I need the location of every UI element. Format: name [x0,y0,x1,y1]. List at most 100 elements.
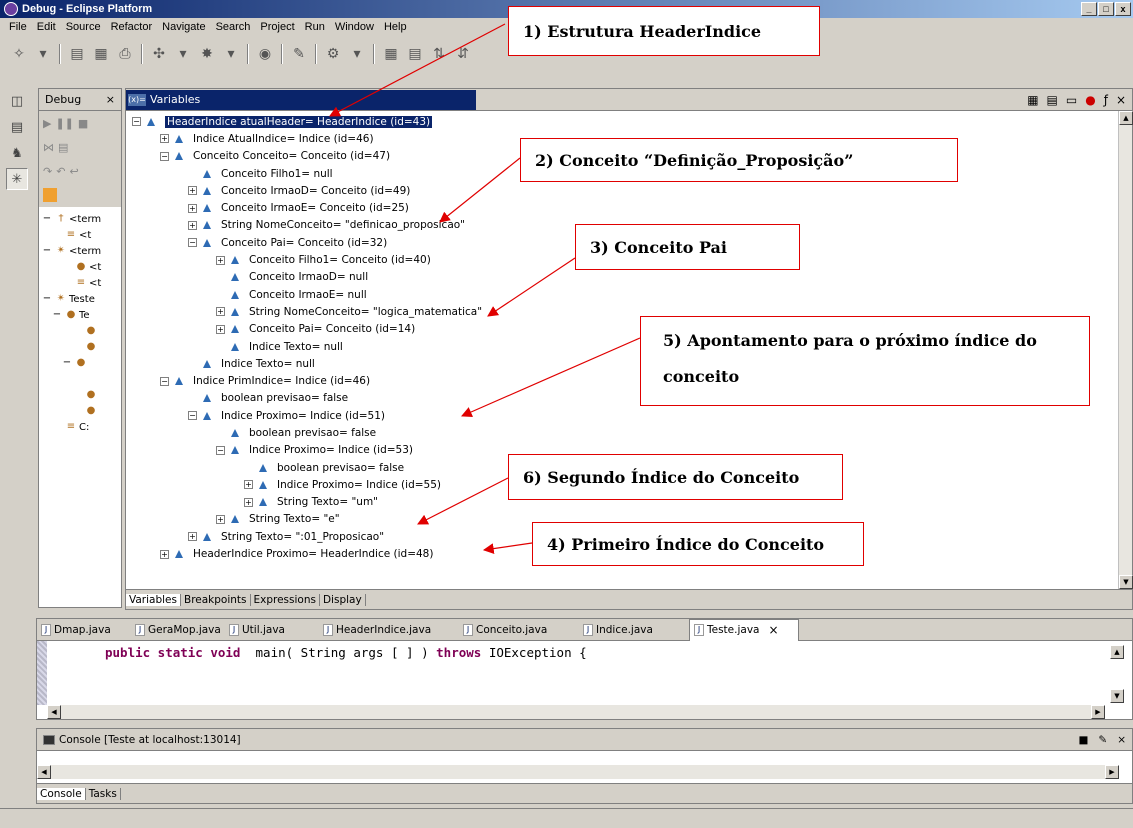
step-into-icon[interactable]: ↷ [43,165,52,178]
debug-tree-item[interactable] [41,371,119,387]
nav-icon[interactable]: ▦ [380,44,402,64]
nav-icon[interactable]: ⇵ [452,44,474,64]
collapse-icon[interactable]: − [41,293,53,305]
dropdown-arrow-icon[interactable]: ▾ [32,44,54,64]
collapse-icon[interactable]: − [132,117,141,127]
debug-tree-item[interactable]: ● [41,403,119,419]
nav-icon[interactable]: ▤ [404,44,426,64]
tab-variables[interactable]: Variables [126,593,181,606]
variable-row[interactable]: − HeaderIndice atualHeader= HeaderIndice … [132,113,1132,130]
expand-icon[interactable]: + [160,549,169,559]
remove-terminated-icon[interactable]: ▤ [58,141,68,154]
menu-navigate[interactable]: Navigate [157,21,210,33]
expand-icon[interactable]: + [160,134,169,144]
debug-tree-item[interactable]: ≡ <t [41,275,119,291]
menu-project[interactable]: Project [255,21,299,33]
save-all-icon[interactable]: ▦ [90,44,112,64]
menu-window[interactable]: Window [330,21,379,33]
nav-icon[interactable]: ⇅ [428,44,450,64]
open-perspective-icon[interactable]: ◫ [6,90,28,112]
menu-search[interactable]: Search [211,21,256,33]
expand-icon[interactable]: + [216,307,225,317]
tab-util-java[interactable]: J Util.java [225,623,319,636]
drop-to-frame-icon[interactable] [43,188,57,202]
search-icon[interactable]: ⚙ [322,44,344,64]
debug-tree-item[interactable]: − ● [41,355,119,371]
save-icon[interactable]: ▤ [66,44,88,64]
tab-headerindice-java[interactable]: J HeaderIndice.java [319,623,459,636]
variables-view-tab[interactable]: (x)= Variables [126,89,476,110]
print-icon[interactable]: ⎙ [114,44,136,64]
collapse-icon[interactable]: − [51,309,63,321]
close-icon[interactable]: × [1116,93,1126,107]
editor-horizontal-scrollbar[interactable]: ◀ ▶ [47,705,1105,719]
open-type-icon[interactable]: ◉ [254,44,276,64]
collapse-icon[interactable]: − [41,213,53,225]
debug-tree-item[interactable]: ≡ <t [41,227,119,243]
debug-tree-item[interactable]: ● <t [41,259,119,275]
scroll-left-icon[interactable]: ◀ [37,765,51,779]
variable-row[interactable]: Conceito IrmaoE= null [132,286,1132,303]
expand-icon[interactable]: + [244,480,253,490]
variable-row[interactable]: boolean previsao= false [132,424,1132,441]
expand-icon[interactable]: + [216,324,225,334]
variable-row[interactable]: + Conceito IrmaoD= Conceito (id=49) [132,182,1132,199]
disconnect-icon[interactable]: ⋈ [43,141,54,154]
clear-console-icon[interactable]: ✎ [1098,734,1107,746]
tab-teste-java[interactable]: J Teste.java × [689,618,799,641]
expand-icon[interactable]: + [216,514,225,524]
java-perspective-icon[interactable]: ♞ [6,142,28,164]
collapse-icon[interactable]: − [41,245,53,257]
variable-row[interactable]: Conceito IrmaoD= null [132,269,1132,286]
final-variables-icon[interactable]: ƒ [1104,93,1108,107]
tab-dmap-java[interactable]: J Dmap.java [37,623,131,636]
close-button[interactable]: x [1115,2,1131,16]
debug-perspective-icon[interactable]: ✳ [6,168,28,190]
static-variables-icon[interactable]: ● [1085,93,1095,107]
resume-icon[interactable]: ▶ [43,117,51,130]
tab-indice-java[interactable]: J Indice.java [579,623,689,636]
debug-icon[interactable]: ✣ [148,44,170,64]
console-horizontal-scrollbar[interactable]: ◀ ▶ [37,765,1119,779]
dropdown-arrow-icon[interactable]: ▾ [346,44,368,64]
debug-tree-item[interactable]: ● [41,387,119,403]
collapse-icon[interactable]: − [188,238,197,248]
debug-tree-item[interactable]: − † <term [41,211,119,227]
maximize-button[interactable]: □ [1098,2,1114,16]
resource-perspective-icon[interactable]: ▤ [6,116,28,138]
menu-help[interactable]: Help [379,21,412,33]
terminate-icon[interactable]: ■ [1078,734,1088,746]
variable-row[interactable]: + Conceito IrmaoE= Conceito (id=25) [132,199,1132,216]
close-icon[interactable]: × [768,623,778,637]
tab-conceito-java[interactable]: J Conceito.java [459,623,579,636]
variables-scrollbar[interactable]: ▲ ▼ [1118,111,1133,589]
minimize-button[interactable]: _ [1081,2,1097,16]
expand-icon[interactable]: + [188,220,197,230]
scroll-right-icon[interactable]: ▶ [1105,765,1119,779]
scroll-right-icon[interactable]: ▶ [1091,705,1105,719]
scroll-up-icon[interactable]: ▲ [1110,645,1124,659]
suspend-icon[interactable]: ❚❚ [55,117,73,130]
scroll-down-icon[interactable]: ▼ [1110,689,1124,703]
collapse-icon[interactable]: − [61,357,73,369]
collapse-icon[interactable]: − [160,376,169,386]
variable-row[interactable]: − Indice Proximo= Indice (id=51) [132,407,1132,424]
collapse-icon[interactable]: − [188,411,197,421]
expand-icon[interactable]: + [216,255,225,265]
debug-tree-item[interactable]: − ✴ Teste [41,291,119,307]
menu-source[interactable]: Source [61,21,106,33]
expand-icon[interactable]: + [188,203,197,213]
expand-icon[interactable]: + [188,186,197,196]
new-wizard-icon[interactable]: ✧ [8,44,30,64]
show-types-icon[interactable]: ▤ [1047,93,1058,107]
debug-tree-item[interactable]: ≡ C: [41,419,119,435]
tab-tasks[interactable]: Tasks [86,787,121,800]
terminate-icon[interactable]: ■ [78,117,88,130]
menu-run[interactable]: Run [300,21,330,33]
expand-icon[interactable]: + [244,497,253,507]
dropdown-arrow-icon[interactable]: ▾ [172,44,194,64]
scroll-up-icon[interactable]: ▲ [1119,111,1133,125]
debug-tree-item[interactable]: ● [41,323,119,339]
menu-refactor[interactable]: Refactor [106,21,158,33]
tab-geramop-java[interactable]: J GeraMop.java [131,623,225,636]
